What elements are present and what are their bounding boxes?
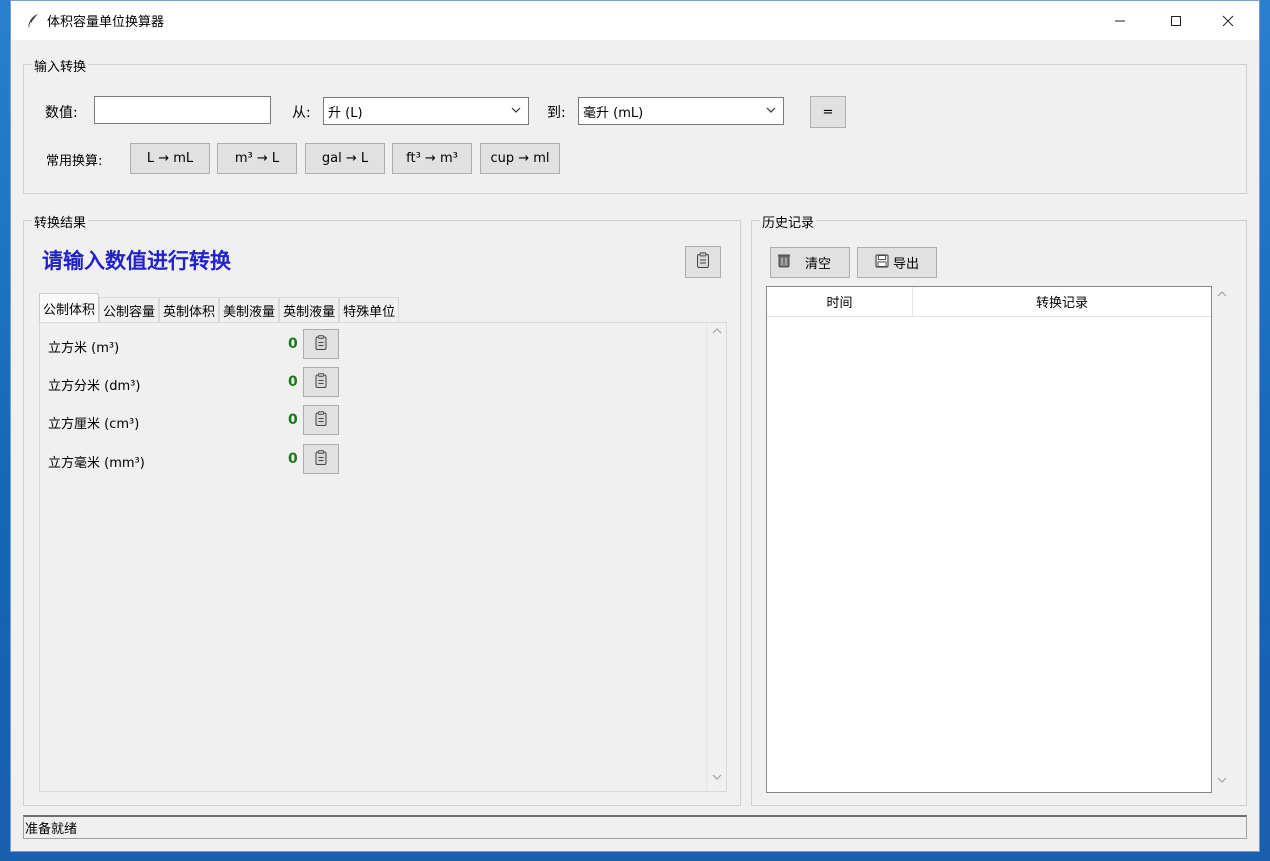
from-unit-select[interactable]: 升 (L) [323, 97, 529, 125]
quick-l-to-ml-button[interactable]: L → mL [130, 143, 210, 174]
copy-row-button[interactable] [303, 405, 339, 435]
clipboard-icon [315, 372, 327, 392]
to-label: 到: [547, 105, 566, 121]
equals-button[interactable]: = [810, 96, 846, 128]
chevron-up-icon[interactable] [711, 327, 723, 339]
unit-value: 0 [288, 374, 298, 390]
tab-metric-volume[interactable]: 公制体积 [39, 293, 100, 323]
clear-history-label: 清空 [805, 257, 832, 272]
feather-icon [25, 13, 41, 29]
clipboard-icon [315, 334, 327, 354]
tab-special-units[interactable]: 特殊单位 [339, 297, 400, 323]
value-input[interactable] [94, 96, 271, 124]
common-conversions-label: 常用换算: [46, 154, 103, 169]
result-scrollbar[interactable] [706, 323, 726, 791]
history-table-header: 时间 转换记录 [767, 287, 1211, 317]
history-group-label: 历史记录 [760, 212, 817, 231]
clipboard-icon [315, 449, 327, 469]
input-groupbox: 输入转换 [23, 56, 1247, 194]
chevron-down-icon[interactable] [1217, 776, 1227, 787]
chevron-down-icon [765, 104, 777, 120]
chevron-down-icon[interactable] [711, 773, 723, 785]
from-label: 从: [292, 105, 311, 121]
result-row: 立方厘米 (cm³) 0 [48, 405, 348, 435]
column-header-record[interactable]: 转换记录 [913, 287, 1211, 316]
from-unit-value: 升 (L) [328, 105, 363, 121]
result-row: 立方毫米 (mm³) 0 [48, 444, 348, 474]
minimize-button[interactable] [1097, 1, 1143, 40]
copy-row-button[interactable] [303, 329, 339, 359]
copy-row-button[interactable] [303, 367, 339, 397]
tab-metric-capacity[interactable]: 公制容量 [99, 297, 160, 323]
close-button[interactable] [1205, 1, 1251, 40]
unit-name: 立方分米 (dm³) [48, 379, 141, 394]
clipboard-icon [315, 410, 327, 430]
column-header-time[interactable]: 时间 [767, 287, 913, 316]
tab-imperial-volume[interactable]: 英制体积 [159, 297, 220, 323]
maximize-button[interactable] [1153, 1, 1199, 40]
export-history-label: 导出 [892, 257, 919, 272]
input-group-label: 输入转换 [32, 56, 89, 75]
history-table[interactable]: 时间 转换记录 [766, 286, 1212, 793]
trash-icon [777, 253, 791, 272]
tab-us-liquid[interactable]: 美制液量 [219, 297, 280, 323]
chevron-down-icon [510, 104, 522, 120]
unit-value: 0 [288, 336, 298, 352]
quick-gal-to-l-button[interactable]: gal → L [305, 143, 385, 174]
result-row: 立方米 (m³) 0 [48, 329, 348, 359]
to-unit-value: 毫升 (mL) [583, 105, 644, 121]
quick-ft3-to-m3-button[interactable]: ft³ → m³ [392, 143, 472, 174]
to-unit-select[interactable]: 毫升 (mL) [578, 97, 784, 125]
value-label: 数值: [45, 105, 78, 121]
clear-history-button[interactable]: 清空 [770, 247, 850, 278]
unit-category-tabs: 公制体积 公制容量 英制体积 美制液量 英制液量 特殊单位 [39, 293, 400, 323]
result-group-label: 转换结果 [32, 212, 89, 231]
copy-result-button[interactable] [685, 246, 721, 278]
unit-value: 0 [288, 412, 298, 428]
quick-cup-to-ml-button[interactable]: cup → ml [480, 143, 560, 174]
window-title: 体积容量单位换算器 [47, 15, 165, 30]
result-row: 立方分米 (dm³) 0 [48, 367, 348, 397]
tab-imperial-liquid[interactable]: 英制液量 [279, 297, 340, 323]
unit-value: 0 [288, 451, 298, 467]
result-prompt: 请输入数值进行转换 [42, 248, 231, 273]
tab-panel: 立方米 (m³) 0 立方分米 (dm³) 0 立方厘米 (cm³) 0 立方毫… [39, 322, 727, 792]
unit-name: 立方毫米 (mm³) [48, 456, 145, 471]
floppy-disk-icon [875, 254, 889, 272]
status-text: 准备就绪 [25, 822, 78, 837]
history-scrollbar[interactable] [1213, 286, 1233, 793]
export-history-button[interactable]: 导出 [857, 247, 937, 278]
unit-name: 立方米 (m³) [48, 341, 120, 356]
clipboard-icon [696, 252, 710, 272]
app-window: 体积容量单位换算器 输入转换 数值: 从: 升 (L) 到: 毫升 (mL) =… [10, 0, 1260, 852]
chevron-up-icon[interactable] [1217, 290, 1227, 301]
title-bar: 体积容量单位换算器 [11, 1, 1259, 40]
status-bar: 准备就绪 [23, 815, 1247, 839]
unit-name: 立方厘米 (cm³) [48, 417, 140, 432]
quick-m3-to-l-button[interactable]: m³ → L [217, 143, 297, 174]
copy-row-button[interactable] [303, 444, 339, 474]
